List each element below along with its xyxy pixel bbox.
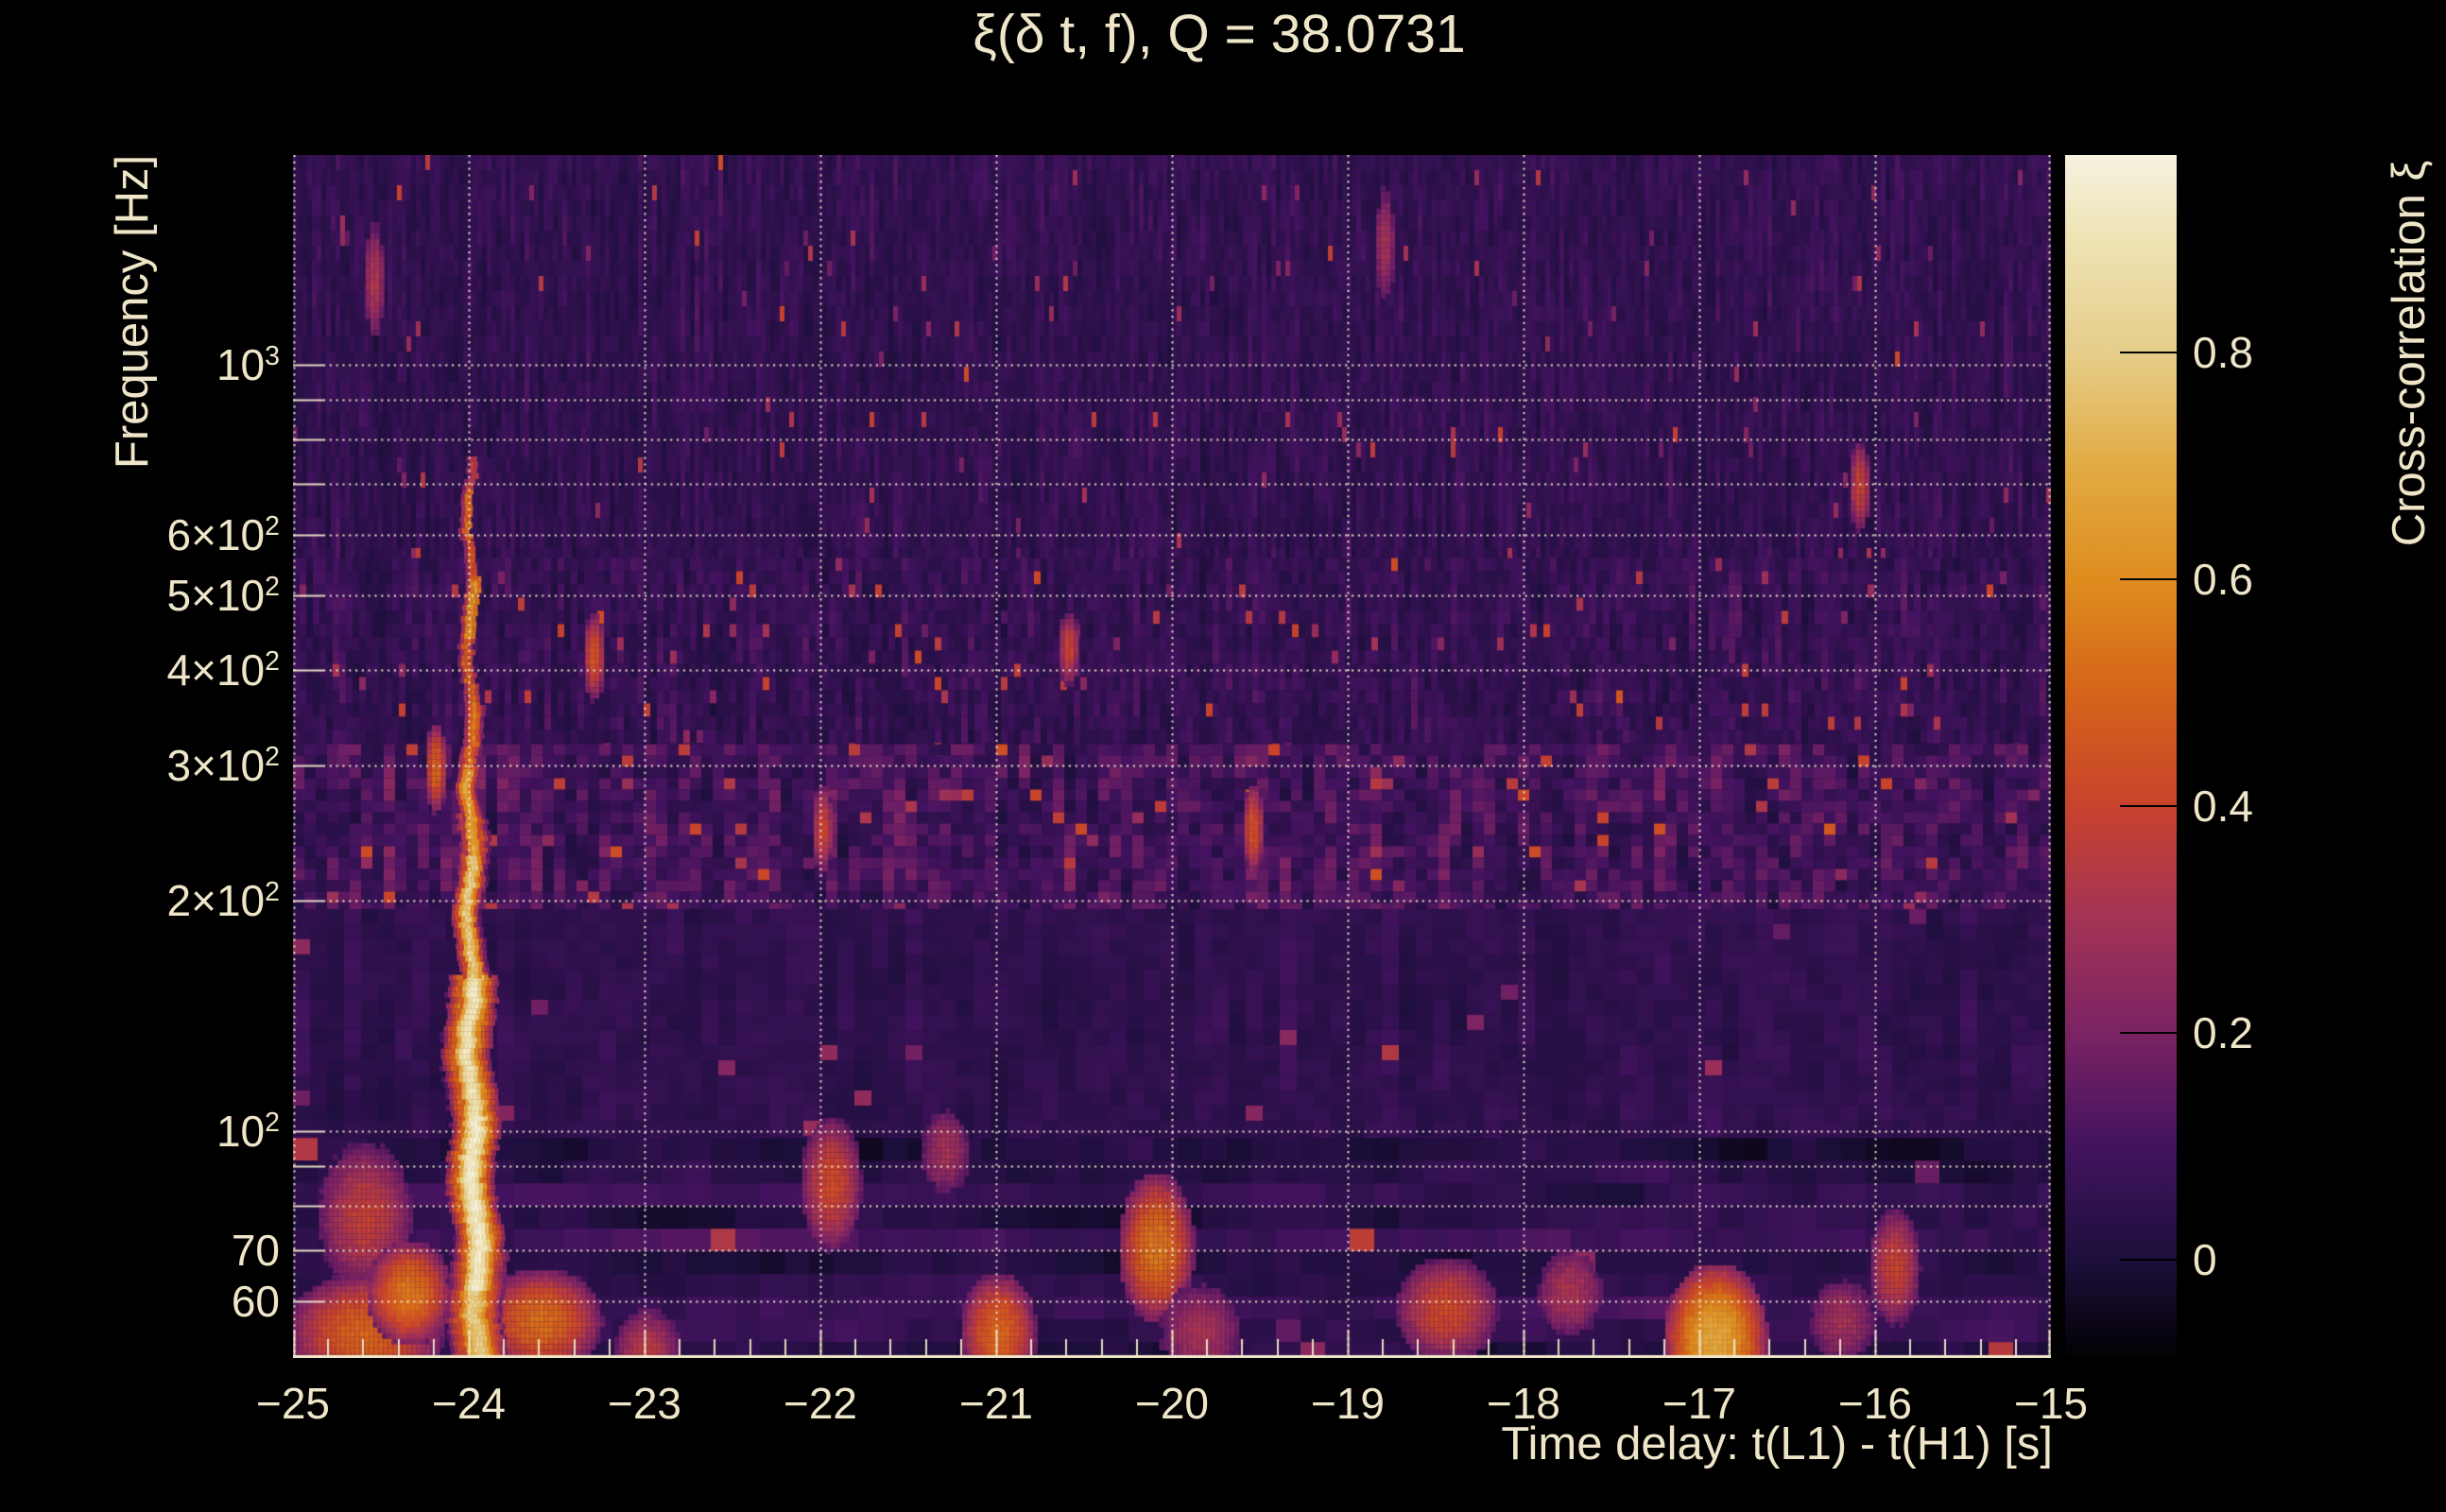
x-tick-label: −24 [431, 1379, 507, 1428]
colorbar-tick-label: 0 [2193, 1234, 2217, 1284]
x-tick-label: −19 [1310, 1379, 1386, 1428]
y-tick-label: 102 [215, 1107, 280, 1157]
y-tick-label: 3×102 [166, 741, 280, 791]
colorbar-tick [2120, 1031, 2180, 1034]
colorbar-tick [2120, 1258, 2180, 1261]
x-axis-label: Time delay: t(L1) - t(H1) [s] [1501, 1418, 2053, 1469]
y-axis-label: Frequency [Hz] [107, 154, 158, 470]
y-tick-label: 2×102 [166, 876, 280, 926]
colorbar-tick [2120, 804, 2180, 807]
y-tick-label: 103 [215, 340, 280, 390]
x-tick-label: −23 [607, 1379, 682, 1428]
x-tick-label: −22 [783, 1379, 858, 1428]
figure-root: ξ(δ t, f), Q = 38.0731 Frequency [Hz] 10… [0, 0, 2446, 1512]
colorbar-tick-label: 0.8 [2193, 327, 2253, 377]
y-tick-label: 4×102 [166, 645, 280, 696]
spectrogram-canvas [293, 155, 2051, 1358]
y-tick-label: 6×102 [166, 510, 280, 560]
colorbar-tick-label: 0.2 [2193, 1007, 2253, 1057]
y-tick-label: 5×102 [166, 571, 280, 621]
y-tick-label: 70 [231, 1225, 280, 1275]
colorbar-tick-label: 0.6 [2193, 554, 2253, 604]
plot-title: ξ(δ t, f), Q = 38.0731 [973, 4, 1466, 64]
colorbar-tick [2120, 351, 2180, 353]
x-tick-label: −20 [1134, 1379, 1210, 1428]
colorbar-label: Cross-correlation ξ [2384, 160, 2435, 547]
colorbar-tick-label: 0.4 [2193, 781, 2253, 831]
x-tick-label: −25 [255, 1379, 331, 1428]
y-tick-label: 60 [231, 1276, 280, 1326]
x-tick-label: −21 [958, 1379, 1034, 1428]
colorbar [2065, 155, 2177, 1358]
colorbar-tick [2120, 577, 2180, 580]
